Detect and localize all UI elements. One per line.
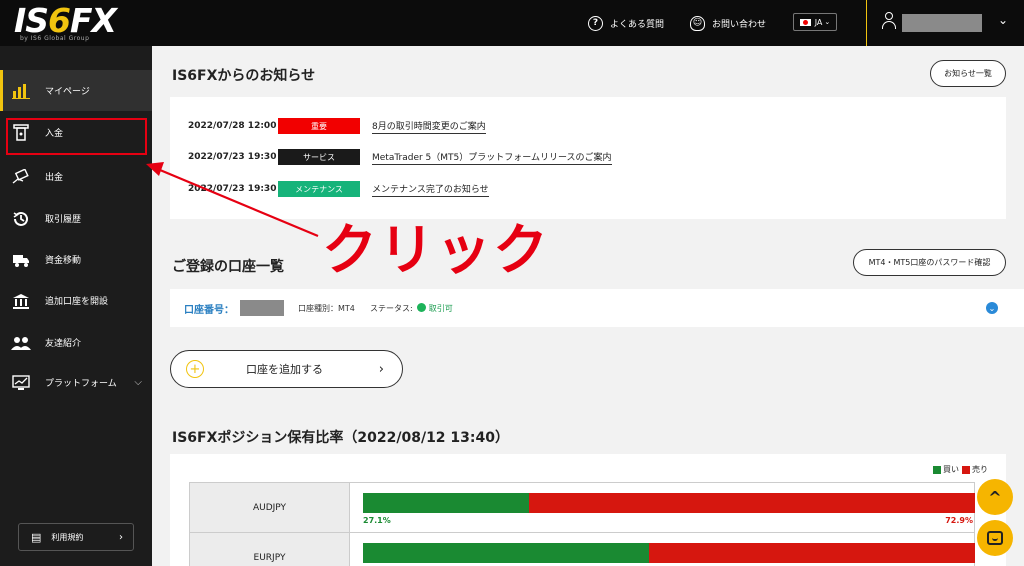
- sidebar-item-label: マイページ: [45, 87, 90, 97]
- position-row: AUDJPY 27.1% 72.9%: [190, 483, 975, 533]
- buy-bar: [363, 543, 649, 563]
- scroll-top-button[interactable]: ^: [977, 479, 1013, 515]
- sidebar-item-transfer[interactable]: 資金移動: [0, 239, 152, 280]
- buy-percent: 27.1%: [363, 516, 391, 525]
- sell-percent: 72.9%: [945, 516, 973, 525]
- bank-icon: [11, 292, 31, 310]
- header-divider: [866, 0, 867, 46]
- accounts-section-title: ご登録の口座一覧: [172, 259, 284, 275]
- currency-pair: EURJPY: [190, 533, 350, 566]
- history-clock-icon: [11, 210, 31, 228]
- sidebar-item-label: 追加口座を開設: [45, 297, 109, 307]
- sidebar-item-history[interactable]: 取引履歴: [0, 198, 152, 239]
- faq-label: よくある質問: [610, 19, 665, 30]
- news-title-link[interactable]: 8月の取引時間変更のご案内: [372, 119, 486, 134]
- chat-icon: [987, 531, 1003, 545]
- plus-icon: +: [186, 360, 204, 378]
- news-section-title: IS6FXからのお知らせ: [172, 68, 316, 84]
- brand-logo[interactable]: IS6FX by IS6 Global Group: [14, 1, 124, 43]
- document-icon: ▤: [31, 530, 42, 544]
- add-account-label: 口座を追加する: [246, 363, 323, 376]
- masked-username[interactable]: [902, 14, 982, 32]
- news-tag-maintenance: メンテナンス: [278, 181, 360, 197]
- withdraw-hand-icon: [11, 168, 31, 186]
- chevron-up-icon: ^: [988, 487, 1002, 507]
- sidebar-item-label: 取引履歴: [45, 215, 82, 225]
- faq-link[interactable]: ? よくある質問: [588, 13, 664, 33]
- chat-button[interactable]: [977, 520, 1013, 556]
- news-tag-service: サービス: [278, 149, 360, 165]
- sidebar-item-label: 友達紹介: [45, 339, 82, 349]
- news-title-link[interactable]: メンテナンス完了のお知らせ: [372, 182, 489, 197]
- language-selector[interactable]: JA ⌄: [793, 13, 837, 31]
- add-account-button[interactable]: + 口座を追加する ›: [170, 350, 403, 388]
- sidebar-item-open-account[interactable]: 追加口座を開設: [0, 280, 152, 321]
- position-row: EURJPY46.7%53.3%: [190, 533, 975, 566]
- buy-swatch: [933, 465, 941, 474]
- headset-icon: ☺: [690, 15, 705, 31]
- sidebar-item-platform[interactable]: プラットフォーム ⌵: [0, 362, 152, 403]
- user-icon[interactable]: [882, 12, 896, 30]
- account-number-label: 口座番号：: [184, 305, 234, 316]
- top-header: IS6FX by IS6 Global Group ? よくある質問 ☺ お問い…: [0, 0, 1024, 46]
- people-icon: [11, 334, 31, 352]
- monitor-chart-icon: [11, 374, 31, 392]
- account-type: 口座種別：MT4: [298, 304, 355, 313]
- japan-flag-icon: [799, 18, 811, 26]
- positions-card: 買い 売り AUDJPY 27.1% 72.9% EURJPY46.7%53.3%: [170, 454, 1006, 566]
- positions-legend: 買い 売り: [930, 464, 988, 475]
- sell-swatch: [962, 465, 970, 474]
- chevron-down-icon: ⌵: [134, 377, 142, 388]
- expand-chevron-icon[interactable]: ⌄: [986, 302, 998, 314]
- sidebar-item-referral[interactable]: 友達紹介: [0, 322, 152, 363]
- currency-pair: AUDJPY: [190, 483, 350, 532]
- contact-label: お問い合わせ: [712, 19, 767, 30]
- news-date: 2022/07/28 12:00: [188, 121, 277, 131]
- positions-section-title: IS6FXポジション保有比率（2022/08/12 13:40）: [172, 430, 509, 446]
- deposit-highlight-box: [6, 118, 147, 155]
- news-date: 2022/07/23 19:30: [188, 184, 277, 194]
- account-status: ステータス: 取引可: [370, 303, 453, 313]
- chevron-down-icon: ⌄: [824, 18, 831, 26]
- terms-label: 利用規約: [51, 532, 84, 542]
- sell-bar: [363, 543, 975, 563]
- chart-bars-icon: [11, 82, 31, 100]
- terms-button[interactable]: ▤ 利用規約 ›: [18, 523, 134, 551]
- logo-subtitle: by IS6 Global Group: [20, 35, 90, 42]
- sidebar-item-label: プラットフォーム: [45, 379, 117, 389]
- language-label: JA: [814, 17, 823, 27]
- account-row[interactable]: 口座番号： 口座種別：MT4 ステータス: 取引可 ⌄: [170, 289, 1024, 327]
- news-list-button[interactable]: お知らせ一覧: [930, 60, 1006, 87]
- positions-table: AUDJPY 27.1% 72.9% EURJPY46.7%53.3%: [189, 482, 975, 566]
- buy-bar: [363, 493, 529, 513]
- chevron-right-icon: ›: [378, 361, 384, 377]
- news-item[interactable]: 2022/07/23 19:30 サービス MetaTrader 5（MT5）プ…: [188, 149, 612, 165]
- sidebar-item-label: 資金移動: [45, 256, 82, 266]
- sidebar-item-mypage[interactable]: マイページ: [0, 70, 152, 111]
- click-annotation-text: クリック: [322, 218, 551, 282]
- check-icon: [416, 303, 426, 312]
- sidebar-item-label: 出金: [45, 173, 64, 183]
- news-item[interactable]: 2022/07/28 12:00 重要 8月の取引時間変更のご案内: [188, 118, 486, 134]
- news-title-link[interactable]: MetaTrader 5（MT5）プラットフォームリリースのご案内: [372, 150, 612, 165]
- sidebar-item-withdraw[interactable]: 出金: [0, 156, 152, 197]
- contact-link[interactable]: ☺ お問い合わせ: [690, 13, 766, 33]
- transfer-truck-icon: [11, 251, 31, 269]
- password-check-button[interactable]: MT4・MT5口座のパスワード確認: [853, 249, 1006, 276]
- news-tag-important: 重要: [278, 118, 360, 134]
- news-date: 2022/07/23 19:30: [188, 152, 277, 162]
- chevron-right-icon: ›: [119, 531, 123, 543]
- masked-account-number: [240, 300, 284, 316]
- user-menu-chevron-icon[interactable]: ⌄: [998, 13, 1008, 27]
- news-card: 2022/07/28 12:00 重要 8月の取引時間変更のご案内 2022/0…: [170, 97, 1006, 219]
- question-icon: ?: [588, 15, 603, 31]
- sell-bar: [363, 493, 975, 513]
- news-item[interactable]: 2022/07/23 19:30 メンテナンス メンテナンス完了のお知らせ: [188, 181, 489, 197]
